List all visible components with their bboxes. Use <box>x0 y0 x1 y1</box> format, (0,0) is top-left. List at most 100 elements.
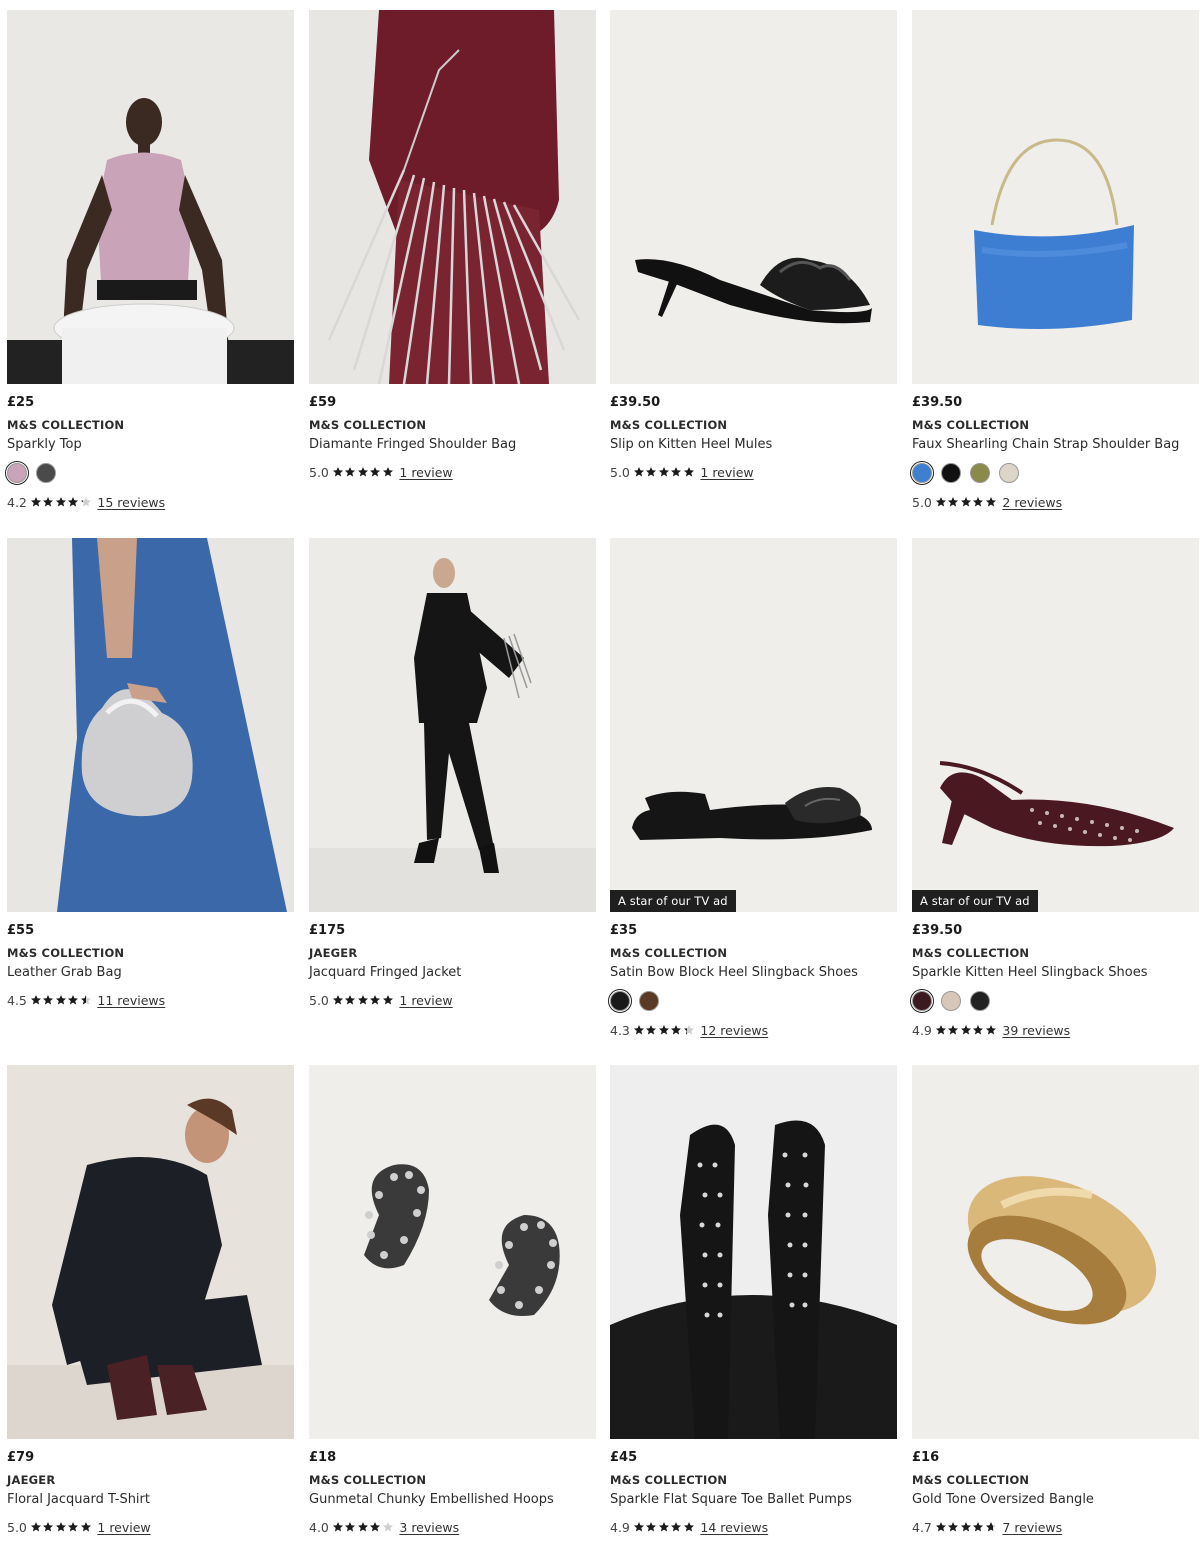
colour-swatch[interactable] <box>608 989 632 1013</box>
product-card[interactable]: A star of our TV ad £39.50 M&S COLLECTIO… <box>910 538 1199 1039</box>
product-name[interactable]: Jacquard Fringed Jacket <box>309 963 596 983</box>
product-rating: 4.3 12 reviews <box>610 1021 897 1039</box>
rating-value: 4.5 <box>7 992 27 1008</box>
product-rating: 5.0 1 review <box>309 463 596 481</box>
colour-swatch[interactable] <box>36 463 56 483</box>
product-name[interactable]: Sparkly Top <box>7 435 294 455</box>
colour-swatch[interactable] <box>941 463 961 483</box>
reviews-link[interactable]: 15 reviews <box>97 495 165 510</box>
reviews-link[interactable]: 1 review <box>700 465 753 480</box>
product-name[interactable]: Leather Grab Bag <box>7 963 294 983</box>
product-name[interactable]: Slip on Kitten Heel Mules <box>610 435 897 455</box>
product-image[interactable]: A star of our TV ad <box>610 538 897 912</box>
reviews-link[interactable]: 12 reviews <box>700 1023 768 1038</box>
product-image[interactable] <box>309 1065 596 1439</box>
product-card[interactable]: A star of our TV ad £35 M&S COLLECTION S… <box>608 538 897 1039</box>
product-image[interactable] <box>309 538 596 912</box>
product-card[interactable]: £25 M&S COLLECTION Sparkly Top 4.2 15 re… <box>5 10 294 511</box>
rating-value: 5.0 <box>309 992 329 1008</box>
star-icon <box>332 995 343 1005</box>
product-card[interactable]: £79 JAEGER Floral Jacquard T-Shirt 5.0 1… <box>7 1065 294 1536</box>
product-brand: M&S COLLECTION <box>610 946 728 960</box>
star-icon <box>68 995 79 1005</box>
reviews-link[interactable]: 1 review <box>399 465 452 480</box>
product-rating: 5.0 1 review <box>610 463 897 481</box>
star-icon <box>671 1522 682 1532</box>
star-icon <box>345 995 356 1005</box>
product-brand: M&S COLLECTION <box>7 946 125 960</box>
product-card[interactable]: £39.50 M&S COLLECTION Faux Shearling Cha… <box>910 10 1199 511</box>
star-icon <box>30 1522 41 1532</box>
product-image[interactable] <box>309 10 596 384</box>
product-photo <box>309 10 596 384</box>
product-price: £59 <box>309 395 337 410</box>
star-icon <box>370 1522 381 1532</box>
rating-value: 4.7 <box>912 1519 932 1535</box>
product-image[interactable] <box>610 1065 897 1439</box>
product-brand: M&S COLLECTION <box>912 946 1030 960</box>
star-icon <box>973 497 984 507</box>
reviews-link[interactable]: 11 reviews <box>97 993 165 1008</box>
colour-swatch[interactable] <box>639 991 659 1011</box>
colour-swatch[interactable] <box>970 463 990 483</box>
product-image[interactable] <box>912 10 1199 384</box>
star-icon <box>30 497 41 507</box>
product-card[interactable]: £18 M&S COLLECTION Gunmetal Chunky Embel… <box>309 1065 596 1536</box>
product-name[interactable]: Sparkle Flat Square Toe Ballet Pumps <box>610 1490 897 1510</box>
colour-swatch[interactable] <box>910 989 934 1013</box>
product-name[interactable]: Sparkle Kitten Heel Slingback Shoes <box>912 963 1199 983</box>
colour-swatches <box>5 461 294 485</box>
star-icon <box>382 995 393 1005</box>
star-icon <box>382 1522 393 1532</box>
product-price: £16 <box>912 1450 940 1465</box>
reviews-link[interactable]: 7 reviews <box>1002 1520 1062 1535</box>
product-name[interactable]: Faux Shearling Chain Strap Shoulder Bag <box>912 435 1199 455</box>
product-name[interactable]: Gold Tone Oversized Bangle <box>912 1490 1199 1510</box>
product-price: £79 <box>7 1450 35 1465</box>
reviews-link[interactable]: 2 reviews <box>1002 495 1062 510</box>
product-card[interactable]: £45 M&S COLLECTION Sparkle Flat Square T… <box>610 1065 897 1536</box>
star-icon <box>345 1522 356 1532</box>
product-card[interactable]: £175 JAEGER Jacquard Fringed Jacket 5.0 … <box>309 538 596 1009</box>
colour-swatch[interactable] <box>910 461 934 485</box>
product-name[interactable]: Diamante Fringed Shoulder Bag <box>309 435 596 455</box>
product-image[interactable] <box>7 538 294 912</box>
star-icon <box>935 1025 946 1035</box>
product-rating: 4.9 14 reviews <box>610 1518 897 1536</box>
product-image[interactable] <box>7 1065 294 1439</box>
product-image[interactable] <box>610 10 897 384</box>
product-image[interactable] <box>7 10 294 384</box>
colour-swatch[interactable] <box>5 461 29 485</box>
star-icon <box>633 1025 644 1035</box>
product-photo <box>7 1065 294 1439</box>
product-name[interactable]: Floral Jacquard T-Shirt <box>7 1490 294 1510</box>
product-card[interactable]: £39.50 M&S COLLECTION Slip on Kitten Hee… <box>610 10 897 481</box>
product-image[interactable] <box>912 1065 1199 1439</box>
colour-swatch[interactable] <box>941 991 961 1011</box>
reviews-link[interactable]: 1 review <box>97 1520 150 1535</box>
rating-value: 5.0 <box>912 494 932 510</box>
product-card[interactable]: £16 M&S COLLECTION Gold Tone Oversized B… <box>912 1065 1199 1536</box>
product-brand: M&S COLLECTION <box>309 1473 427 1487</box>
product-photo <box>7 10 294 384</box>
reviews-link[interactable]: 1 review <box>399 993 452 1008</box>
star-icon <box>357 1522 368 1532</box>
star-icon <box>935 1522 946 1532</box>
product-name[interactable]: Satin Bow Block Heel Slingback Shoes <box>610 963 897 983</box>
rating-value: 5.0 <box>309 464 329 480</box>
product-name[interactable]: Gunmetal Chunky Embellished Hoops <box>309 1490 596 1510</box>
star-icon <box>43 995 54 1005</box>
star-icon <box>935 497 946 507</box>
reviews-link[interactable]: 39 reviews <box>1002 1023 1070 1038</box>
product-card[interactable]: £55 M&S COLLECTION Leather Grab Bag 4.5 … <box>7 538 294 1009</box>
product-image[interactable]: A star of our TV ad <box>912 538 1199 912</box>
star-icon <box>985 497 996 507</box>
product-card[interactable]: £59 M&S COLLECTION Diamante Fringed Shou… <box>309 10 596 481</box>
colour-swatch[interactable] <box>970 991 990 1011</box>
reviews-link[interactable]: 14 reviews <box>700 1520 768 1535</box>
star-rating <box>30 1521 93 1533</box>
product-brand: M&S COLLECTION <box>7 418 125 432</box>
colour-swatch[interactable] <box>999 463 1019 483</box>
product-rating: 4.7 7 reviews <box>912 1518 1199 1536</box>
reviews-link[interactable]: 3 reviews <box>399 1520 459 1535</box>
